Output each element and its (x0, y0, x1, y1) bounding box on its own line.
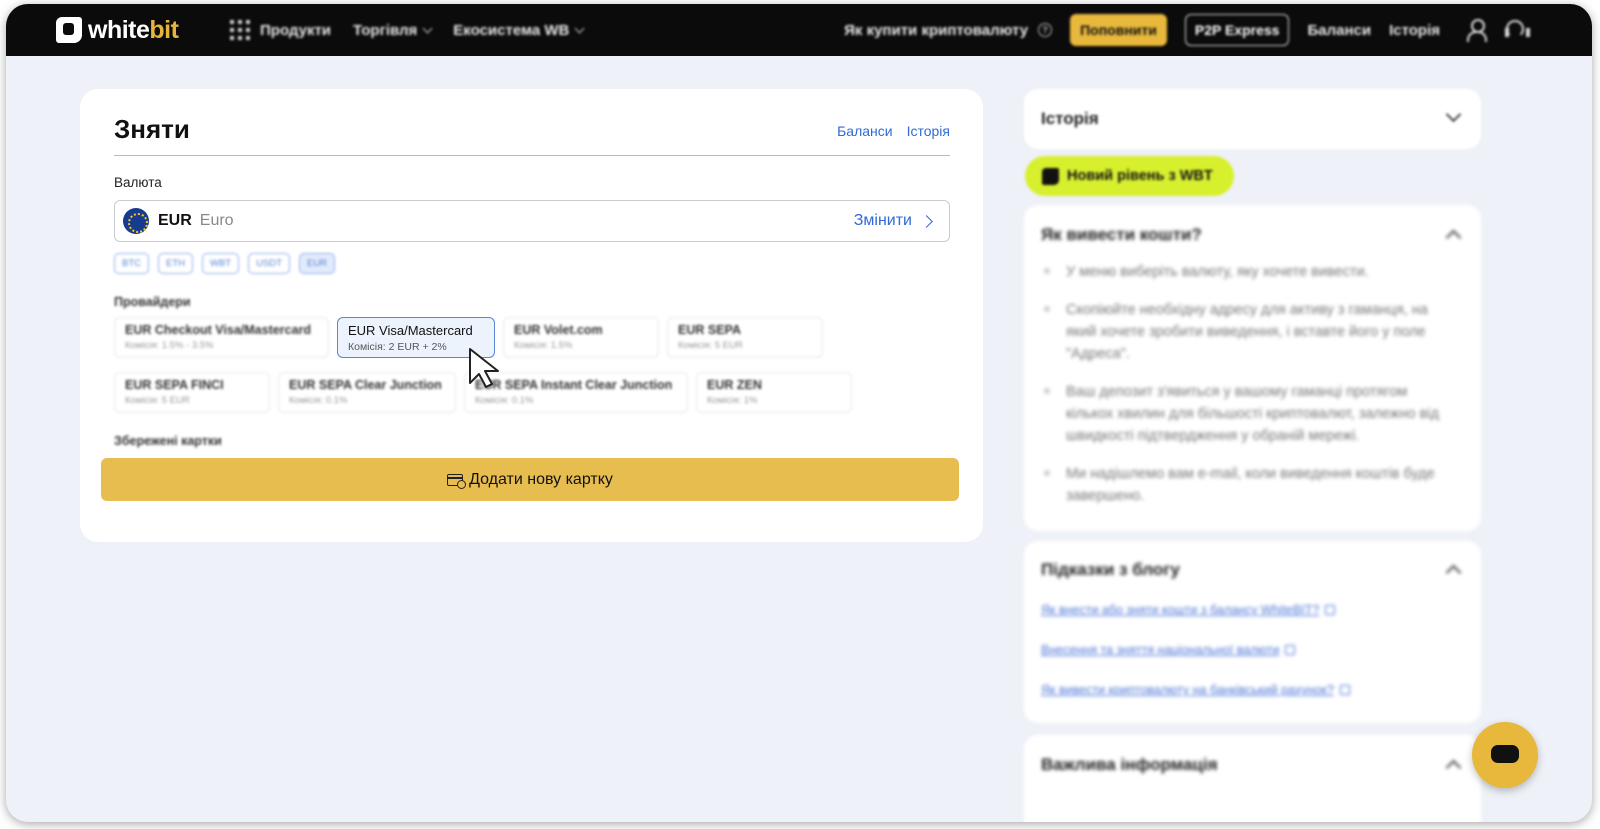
grid-icon[interactable] (230, 20, 250, 40)
provider-fee: Комісія: 1.5% (514, 340, 573, 351)
nav-ecosystem[interactable]: Екосистема WB (453, 22, 585, 39)
app-window: whitebit Продукти Торгівля Екосистема WB… (6, 4, 1592, 822)
chip-eth[interactable]: ETH (158, 253, 193, 274)
card-add-icon (447, 473, 467, 489)
chip-btc[interactable]: BTC (114, 253, 149, 274)
provider-sepa-clear-junction[interactable]: EUR SEPA Clear Junction Комісія: 0.1% (278, 372, 456, 413)
chip-wbt[interactable]: WBT (202, 253, 240, 274)
howto-title: Як вивести кошти? (1041, 225, 1202, 244)
blog-links: Як внести або зняти кошти з балансу Whit… (1041, 603, 1350, 723)
p2p-express-button[interactable]: P2P Express (1184, 14, 1290, 46)
howto-steps: У меню виберіть валюту, яку хочете вивес… (1042, 261, 1457, 523)
change-currency-button[interactable]: Змінити (854, 212, 941, 230)
wbt-badge-label: Новий рівень з WBT (1067, 168, 1213, 184)
history-panel[interactable]: Історія (1024, 89, 1481, 149)
provider-checkout[interactable]: EUR Checkout Visa/Mastercard Комісія: 1.… (114, 317, 329, 358)
providers-label: Провайдери (114, 295, 191, 309)
link-balances[interactable]: Баланси (837, 123, 892, 139)
important-info-panel: Важлива інформація (1024, 735, 1481, 822)
wbt-logo-icon (1042, 167, 1059, 185)
provider-fee: Комісія: 0.1% (475, 395, 534, 406)
nav-trading[interactable]: Торгівля (353, 22, 433, 39)
chevron-up-icon[interactable] (1445, 229, 1462, 246)
logo-icon (56, 17, 82, 43)
nav-products[interactable]: Продукти (260, 22, 331, 39)
external-link-icon (1285, 645, 1296, 655)
provider-fee: Комісія: 1% (707, 395, 758, 406)
provider-name: EUR SEPA FINCI (125, 378, 224, 392)
mouse-cursor-icon (469, 348, 499, 388)
provider-fee: Комісія: 0.1% (289, 395, 348, 406)
blog-link[interactable]: Внесення та зняття національної валюти (1041, 643, 1350, 657)
chevron-right-icon (920, 214, 933, 228)
chat-icon[interactable] (1472, 722, 1538, 788)
history-title: Історія (1041, 109, 1099, 128)
nav-balances[interactable]: Баланси (1307, 22, 1371, 39)
provider-fee: Комісія: 5 EUR (678, 340, 743, 351)
provider-fee: Комісія: 2 EUR + 2% (348, 341, 447, 353)
eu-flag-icon (123, 208, 149, 234)
provider-sepa[interactable]: EUR SEPA Комісія: 5 EUR (667, 317, 823, 358)
howto-step: Скопіюйте необхідну адресу для активу з … (1042, 299, 1457, 365)
external-link-icon (1339, 685, 1350, 695)
user-icon[interactable] (1466, 18, 1487, 42)
external-link-icon (1325, 605, 1336, 615)
divider (114, 155, 950, 156)
blog-panel: Підказки з блогу Як внести або зняти кош… (1024, 541, 1481, 723)
provider-volet[interactable]: EUR Volet.com Комісія: 1.5% (503, 317, 659, 358)
currency-label: Валюта (114, 175, 162, 190)
logo-text: whitebit (88, 15, 179, 44)
blog-link[interactable]: Як внести або зняти кошти з балансу Whit… (1041, 603, 1350, 617)
chevron-up-icon[interactable] (1445, 564, 1462, 581)
chip-eur[interactable]: EUR (298, 253, 336, 274)
nav-how-to-buy[interactable]: Як купити криптовалюту? (844, 22, 1053, 39)
important-title: Важлива інформація (1041, 755, 1218, 774)
howto-panel: Як вивести кошти? У меню виберіть валюту… (1024, 205, 1481, 531)
provider-fee: Комісія: 5 EUR (125, 395, 190, 406)
nav-left: Продукти Торгівля Екосистема WB (230, 4, 585, 56)
quick-currency-chips: BTC ETH WBT USDT EUR (114, 253, 336, 274)
add-card-label: Додати нову картку (469, 470, 613, 488)
wbt-level-badge[interactable]: Новий рівень з WBT (1025, 156, 1234, 196)
card-links: Баланси Історія (837, 123, 950, 139)
currency-select[interactable]: EUR Euro Змінити (114, 200, 950, 242)
provider-name: EUR SEPA Clear Junction (289, 378, 442, 392)
chip-usdt[interactable]: USDT (248, 253, 290, 274)
nav-history[interactable]: Історія (1389, 22, 1440, 39)
howto-step: Ми надішлемо вам e-mail, коли виведення … (1042, 463, 1457, 507)
provider-name: EUR ZEN (707, 378, 762, 392)
topup-button[interactable]: Поповнити (1070, 14, 1167, 46)
chevron-down-icon (422, 23, 433, 33)
provider-name: EUR Checkout Visa/Mastercard (125, 323, 311, 337)
provider-name: EUR Visa/Mastercard (348, 323, 473, 338)
page-title: Зняти (114, 114, 190, 144)
currency-name: Euro (199, 212, 234, 229)
nav-right: Як купити криптовалюту? Поповнити P2P Ex… (844, 4, 1530, 56)
provider-sepa-finci[interactable]: EUR SEPA FINCI Комісія: 5 EUR (114, 372, 270, 413)
headset-icon[interactable] (1504, 19, 1530, 41)
blog-link[interactable]: Як вивести криптовалюту на банківський р… (1041, 683, 1350, 697)
provider-zen[interactable]: EUR ZEN Комісія: 1% (696, 372, 852, 413)
provider-name: EUR SEPA (678, 323, 741, 337)
question-icon: ? (1038, 23, 1053, 37)
provider-fee: Комісія: 1.5% - 3.5% (125, 340, 214, 351)
howto-step: Ваш депозит з'явиться у вашому гаманці п… (1042, 381, 1457, 447)
add-card-button[interactable]: Додати нову картку (101, 458, 959, 501)
chevron-down-icon[interactable] (1445, 106, 1462, 123)
currency-code: EUR (158, 212, 192, 229)
link-history[interactable]: Історія (907, 123, 950, 139)
provider-name: EUR Volet.com (514, 323, 603, 337)
chevron-up-icon[interactable] (1445, 759, 1462, 776)
howto-step: У меню виберіть валюту, яку хочете вивес… (1042, 261, 1457, 283)
chevron-down-icon (574, 23, 585, 33)
top-navigation: whitebit Продукти Торгівля Екосистема WB… (6, 4, 1592, 56)
blog-title: Підказки з блогу (1041, 560, 1180, 579)
whitebit-logo[interactable]: whitebit (56, 15, 179, 44)
saved-cards-label: Збережені картки (114, 434, 222, 448)
withdraw-card: Зняти Баланси Історія Валюта EUR Euro Зм… (80, 89, 983, 542)
